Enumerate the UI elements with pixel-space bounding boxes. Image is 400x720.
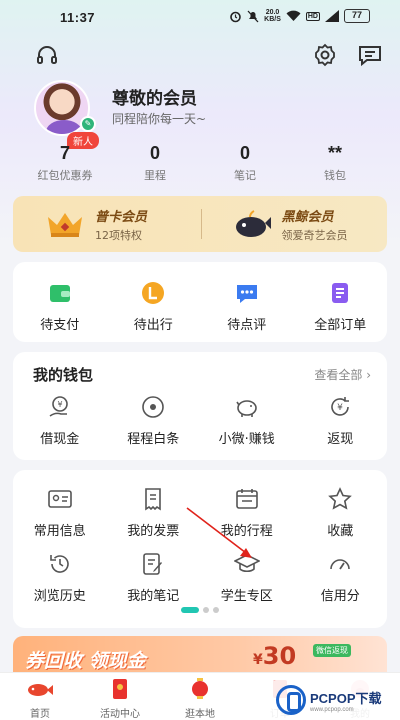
yen-hand-icon: ¥ <box>49 396 68 417</box>
watermark-logo-icon <box>276 685 306 715</box>
wallet-icon <box>49 285 70 302</box>
tool-favorites[interactable]: 收藏 <box>294 486 388 539</box>
coin-l-icon <box>142 282 165 304</box>
status-time: 11:37 <box>60 10 96 25</box>
profile-section: ✎ 新人 尊敬的会员 同程陪你每一天~ <box>24 80 376 150</box>
tool-credit-score[interactable]: 信用分 <box>294 551 388 604</box>
stat-notes[interactable]: 0 笔记 <box>200 143 290 183</box>
fish-icon <box>28 684 53 696</box>
lantern-icon <box>192 678 208 699</box>
wallet-borrow-cash[interactable]: ¥ 借现金 <box>13 394 107 447</box>
order-pending-trip[interactable]: 待出行 <box>107 280 201 333</box>
svg-text:¥: ¥ <box>337 403 343 413</box>
stats-row: 7 红包优惠券 0 里程 0 笔记 ** 钱包 <box>20 143 380 183</box>
vip-strip: 普卡会员 12项特权 黑鲸会员 领爱奇艺会员 <box>13 196 387 252</box>
tool-browse-history[interactable]: 浏览历史 <box>13 551 107 604</box>
net-speed: 20.0 KB/S <box>264 9 281 23</box>
order-all[interactable]: 全部订单 <box>294 280 388 333</box>
tool-my-notes[interactable]: 我的笔记 <box>107 551 201 604</box>
page-dot-active <box>181 607 199 613</box>
message-icon[interactable] <box>357 42 383 68</box>
id-card-icon <box>47 490 72 508</box>
receipt-icon <box>145 488 162 511</box>
page-indicator <box>0 607 400 613</box>
svg-text:¥: ¥ <box>57 400 62 409</box>
tool-itinerary[interactable]: 我的行程 <box>200 486 294 539</box>
orders-card: 待支付 待出行 待点评 全部订单 <box>13 262 387 342</box>
chat-dots-icon <box>236 285 257 303</box>
headset-icon[interactable] <box>34 42 60 68</box>
grad-cap-icon <box>232 554 261 573</box>
wallet-card: 我的钱包 查看全部 › ¥ 借现金 程程白条 小微·赚钱 ¥ 返现 <box>13 352 387 460</box>
crown-icon <box>48 213 82 237</box>
banner-amount: ¥30 <box>253 642 297 670</box>
star-icon <box>328 487 353 510</box>
tool-student-zone[interactable]: 学生专区 <box>200 551 294 604</box>
wallet-view-all[interactable]: 查看全部 › <box>314 366 371 383</box>
wallet-baitiao[interactable]: 程程白条 <box>107 394 201 447</box>
wallet-title: 我的钱包 <box>33 366 94 384</box>
edit-avatar-icon[interactable]: ✎ <box>80 116 96 132</box>
calendar-icon <box>235 489 258 509</box>
wallet-micro-earn[interactable]: 小微·赚钱 <box>200 394 294 447</box>
page-dot <box>213 607 219 613</box>
signal-icon <box>325 10 339 22</box>
member-greeting[interactable]: 尊敬的会员 <box>112 84 197 109</box>
tab-home[interactable]: 首页 <box>0 673 80 720</box>
order-pending-payment[interactable]: 待支付 <box>13 280 107 333</box>
vip-card-blackwhale[interactable]: 黑鲸会员 领爱奇艺会员 <box>202 206 388 243</box>
member-subtitle: 同程陪你每一天~ <box>112 112 207 126</box>
gauge-icon <box>330 559 351 570</box>
hd-badge: HD <box>305 11 320 21</box>
stat-coupons[interactable]: 7 红包优惠券 <box>20 143 110 183</box>
list-doc-icon <box>332 283 349 303</box>
note-pen-icon <box>143 553 163 575</box>
alarm-icon <box>230 11 241 22</box>
piggy-bank-icon <box>236 400 257 417</box>
status-bar: 11:37 20.0 KB/S HD 77 <box>0 0 400 36</box>
yen-refresh-icon: ¥ <box>331 397 350 416</box>
gear-icon[interactable] <box>312 42 338 68</box>
mute-icon <box>247 10 259 22</box>
wallet-cashback[interactable]: ¥ 返现 <box>294 394 388 447</box>
wifi-icon <box>286 10 301 21</box>
tools-card: 常用信息 我的发票 我的行程 收藏 浏览历史 我的笔记 学生专区 信用分 <box>13 470 387 628</box>
whale-icon <box>235 210 271 237</box>
page-dot <box>203 607 209 613</box>
status-icons: 20.0 KB/S HD 77 <box>229 9 370 23</box>
stat-mileage[interactable]: 0 里程 <box>110 143 200 183</box>
top-bar <box>0 40 400 70</box>
vip-card-regular[interactable]: 普卡会员 12项特权 <box>13 206 201 243</box>
order-pending-review[interactable]: 待点评 <box>200 280 294 333</box>
tab-local[interactable]: 逛本地 <box>160 673 240 720</box>
target-icon <box>142 396 165 418</box>
watermark: PCPOP下载 www.pcpop.com <box>270 680 400 720</box>
tool-invoices[interactable]: 我的发票 <box>107 486 201 539</box>
tab-activity-center[interactable]: 活动中心 <box>80 673 160 720</box>
stat-wallet[interactable]: ** 钱包 <box>290 143 380 183</box>
tool-common-info[interactable]: 常用信息 <box>13 486 107 539</box>
red-envelope-icon <box>113 679 127 699</box>
banner-tag: 微信返现 <box>313 644 351 657</box>
banner-text: 券回收 领现金 <box>25 650 146 672</box>
history-icon <box>49 555 69 573</box>
battery-indicator: 77 <box>344 9 370 23</box>
